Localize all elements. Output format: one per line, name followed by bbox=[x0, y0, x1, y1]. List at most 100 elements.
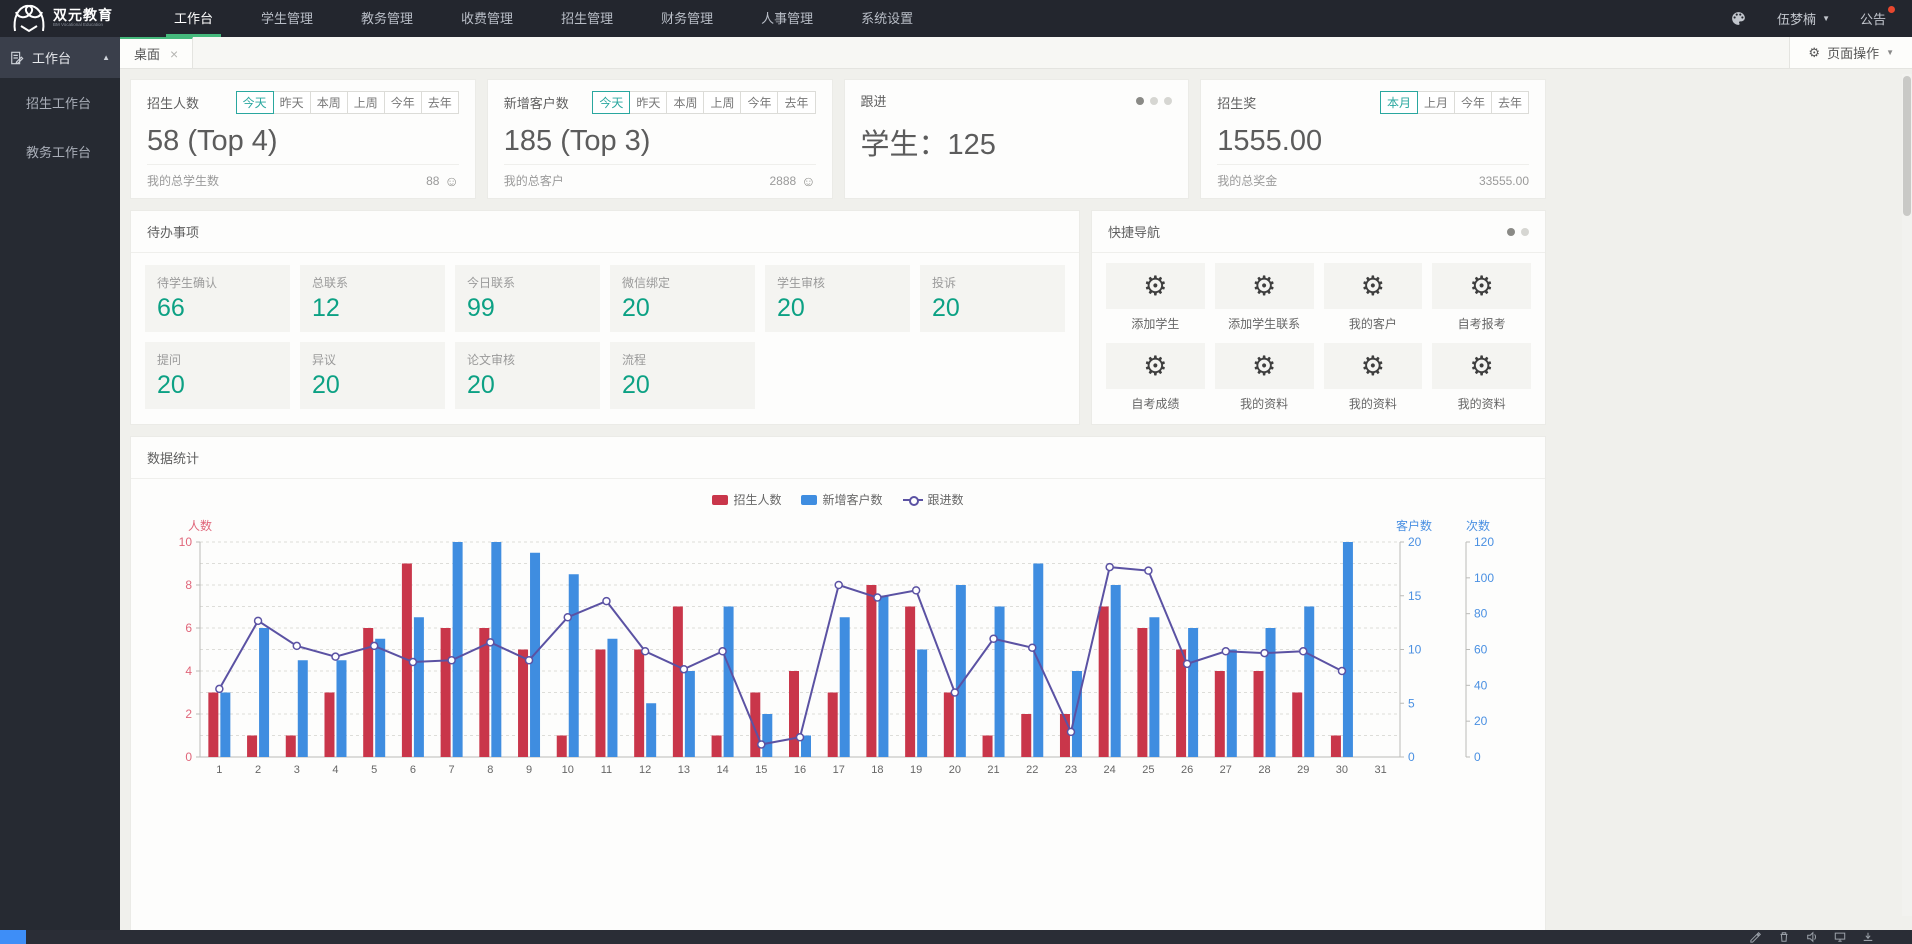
todo-item[interactable]: 待学生确认66 bbox=[145, 265, 290, 332]
close-icon[interactable]: × bbox=[170, 46, 178, 62]
quick-nav-item[interactable]: ⚙我的资料 bbox=[1215, 343, 1314, 414]
quick-nav-item[interactable]: ⚙我的资料 bbox=[1432, 343, 1531, 414]
logo-icon bbox=[12, 4, 46, 34]
nav-item-5[interactable]: 财务管理 bbox=[637, 0, 737, 37]
trash-icon[interactable] bbox=[1778, 931, 1790, 943]
scrollbar-thumb[interactable] bbox=[1903, 76, 1911, 216]
bar-customer bbox=[259, 628, 269, 757]
sidebar-item-1[interactable]: 教务工作台 bbox=[0, 127, 120, 176]
legend-label: 招生人数 bbox=[733, 491, 781, 508]
scrollbar[interactable] bbox=[1902, 74, 1912, 916]
filter-button[interactable]: 去年 bbox=[421, 91, 459, 114]
filter-button[interactable]: 去年 bbox=[1491, 91, 1529, 114]
bar-recruit bbox=[828, 693, 838, 758]
nav-item-2[interactable]: 教务管理 bbox=[337, 0, 437, 37]
gear-icon: ⚙ bbox=[1808, 45, 1820, 61]
chevron-down-icon: ▼ bbox=[1822, 14, 1830, 23]
todo-item[interactable]: 提问20 bbox=[145, 342, 290, 409]
card-dots bbox=[1136, 97, 1172, 105]
todo-item[interactable]: 总联系12 bbox=[300, 265, 445, 332]
todo-item[interactable]: 学生审核20 bbox=[765, 265, 910, 332]
carousel-dot[interactable] bbox=[1164, 97, 1172, 105]
todo-item[interactable]: 流程20 bbox=[610, 342, 755, 409]
filter-button[interactable]: 上周 bbox=[703, 91, 741, 114]
sidebar-item-0[interactable]: 招生工作台 bbox=[0, 78, 120, 127]
x-tick-label: 16 bbox=[794, 764, 806, 776]
filter-button[interactable]: 今年 bbox=[384, 91, 422, 114]
filter-button[interactable]: 今年 bbox=[740, 91, 778, 114]
bar-customer bbox=[298, 660, 308, 757]
palette-icon[interactable] bbox=[1730, 10, 1747, 27]
quick-nav-item-label: 我的资料 bbox=[1324, 395, 1423, 412]
filter-button[interactable]: 今天 bbox=[236, 91, 274, 114]
sidebar-toggle-button[interactable] bbox=[0, 930, 26, 944]
bar-customer bbox=[840, 617, 850, 757]
todo-item[interactable]: 论文审核20 bbox=[455, 342, 600, 409]
bar-customer bbox=[917, 650, 927, 758]
carousel-dot[interactable] bbox=[1136, 97, 1144, 105]
filter-button[interactable]: 今天 bbox=[592, 91, 630, 114]
tab-desktop[interactable]: 桌面 × bbox=[120, 37, 193, 68]
todo-item[interactable]: 今日联系99 bbox=[455, 265, 600, 332]
x-tick-label: 9 bbox=[526, 764, 532, 776]
page-ops-label: 页面操作 bbox=[1827, 43, 1879, 62]
quick-nav-item[interactable]: ⚙添加学生联系 bbox=[1215, 263, 1314, 334]
edit-icon[interactable] bbox=[1750, 931, 1762, 943]
x-tick-label: 11 bbox=[601, 764, 612, 776]
carousel-dot[interactable] bbox=[1150, 97, 1158, 105]
chevron-up-icon: ▲ bbox=[102, 53, 110, 62]
nav-item-3[interactable]: 收费管理 bbox=[437, 0, 537, 37]
line-point bbox=[719, 648, 726, 655]
todo-panel-title: 待办事项 bbox=[147, 222, 199, 241]
carousel-dot[interactable] bbox=[1521, 228, 1529, 236]
download-icon[interactable] bbox=[1862, 931, 1874, 943]
brand-subtitle: BM Vocational Education bbox=[53, 24, 107, 29]
line-point bbox=[1184, 660, 1191, 667]
todo-item[interactable]: 微信绑定20 bbox=[610, 265, 755, 332]
legend-item[interactable]: 招生人数 bbox=[712, 491, 781, 508]
nav-item-7[interactable]: 系统设置 bbox=[837, 0, 937, 37]
quick-nav-item[interactable]: ⚙我的资料 bbox=[1324, 343, 1423, 414]
filter-button[interactable]: 去年 bbox=[777, 91, 815, 114]
carousel-dot[interactable] bbox=[1507, 228, 1515, 236]
y-tick-label: 2 bbox=[185, 707, 192, 721]
y-tick-label: 100 bbox=[1474, 571, 1494, 585]
filter-button[interactable]: 今年 bbox=[1454, 91, 1492, 114]
sidebar-group-workbench[interactable]: 工作台 ▲ bbox=[0, 37, 120, 78]
followup-line bbox=[219, 567, 1342, 744]
quick-nav-item[interactable]: ⚙添加学生 bbox=[1106, 263, 1205, 334]
display-icon[interactable] bbox=[1834, 931, 1846, 943]
filter-button[interactable]: 本周 bbox=[310, 91, 348, 114]
legend-item[interactable]: 跟进数 bbox=[903, 491, 964, 508]
quick-nav-item-label: 自考成绩 bbox=[1106, 395, 1205, 412]
filter-button[interactable]: 本周 bbox=[666, 91, 704, 114]
nav-item-0[interactable]: 工作台 bbox=[150, 0, 237, 37]
quick-nav-item[interactable]: ⚙自考成绩 bbox=[1106, 343, 1205, 414]
bar-customer bbox=[1343, 542, 1353, 757]
filter-button[interactable]: 本月 bbox=[1380, 91, 1418, 114]
filter-button[interactable]: 昨天 bbox=[273, 91, 311, 114]
filter-button[interactable]: 上周 bbox=[347, 91, 385, 114]
time-filter-group: 今天昨天本周上周今年去年 bbox=[593, 91, 815, 114]
notice-link[interactable]: 公告 bbox=[1860, 9, 1886, 28]
nav-item-6[interactable]: 人事管理 bbox=[737, 0, 837, 37]
quick-nav-item[interactable]: ⚙我的客户 bbox=[1324, 263, 1423, 334]
user-menu[interactable]: 伍梦楠 ▼ bbox=[1777, 9, 1830, 28]
volume-icon[interactable] bbox=[1806, 931, 1818, 943]
todo-item[interactable]: 异议20 bbox=[300, 342, 445, 409]
stat-card-3: 招生奖本月上月今年去年1555.00我的总奖金33555.00 bbox=[1200, 79, 1546, 199]
chevron-down-icon: ▼ bbox=[1886, 48, 1894, 57]
todo-item[interactable]: 投诉20 bbox=[920, 265, 1065, 332]
todo-item-value: 20 bbox=[312, 371, 433, 400]
smiley-icon: ☺ bbox=[801, 173, 815, 189]
filter-button[interactable]: 昨天 bbox=[629, 91, 667, 114]
bar-recruit bbox=[983, 736, 993, 758]
filter-button[interactable]: 上月 bbox=[1417, 91, 1455, 114]
nav-item-4[interactable]: 招生管理 bbox=[537, 0, 637, 37]
page-ops-button[interactable]: ⚙ 页面操作 ▼ bbox=[1789, 37, 1912, 68]
nav-item-1[interactable]: 学生管理 bbox=[237, 0, 337, 37]
legend-item[interactable]: 新增客户数 bbox=[801, 491, 882, 508]
x-tick-label: 25 bbox=[1142, 764, 1154, 776]
main-area: 桌面 × ⚙ 页面操作 ▼ 招生人数今天昨天本周上周今年去年58 (Top 4)… bbox=[120, 37, 1912, 930]
quick-nav-item[interactable]: ⚙自考报考 bbox=[1432, 263, 1531, 334]
